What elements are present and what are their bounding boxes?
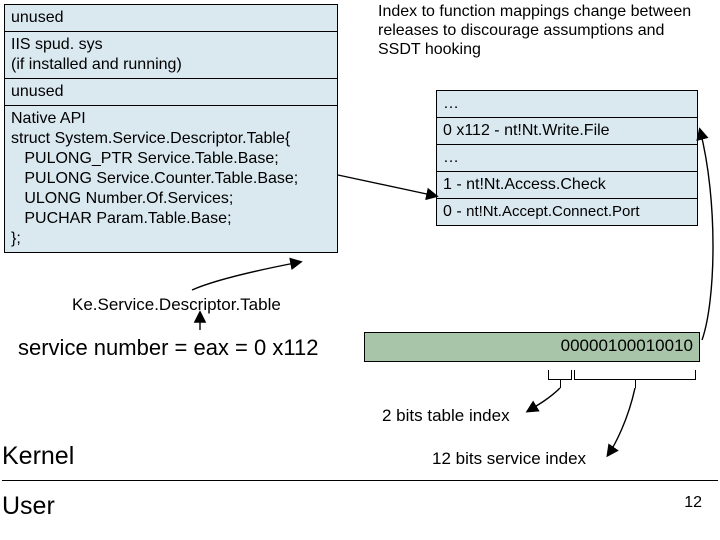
entry-ellipsis-mid: … xyxy=(436,145,698,172)
explanation-text: Index to function mappings change betwee… xyxy=(378,2,708,60)
user-label: User xyxy=(2,492,55,521)
label-2bits-table-index: 2 bits table index xyxy=(382,406,510,426)
binary-value-box: 00000100010010 xyxy=(364,332,700,362)
entry-0x112: 0 x112 - nt!Nt.Write.File xyxy=(436,118,698,145)
ssdt-slot-3: unused xyxy=(4,4,338,32)
ssdt-slot-0-native-api: Native API struct System.Service.Descrip… xyxy=(4,106,338,253)
kernel-user-divider xyxy=(2,480,718,481)
service-number-equation: service number = eax = 0 x112 xyxy=(18,335,318,361)
kernel-label: Kernel xyxy=(2,442,74,471)
service-table-entries: … 0 x112 - nt!Nt.Write.File … 1 - nt!Nt.… xyxy=(436,90,698,226)
bracket-12bits xyxy=(574,370,696,380)
entry-1: 1 - nt!Nt.Access.Check xyxy=(436,172,698,199)
entry-0-index: 0 - xyxy=(443,203,466,220)
slide-number: 12 xyxy=(684,494,702,512)
label-12bits-service-index: 12 bits service index xyxy=(432,449,586,469)
ssdt-slots-table: unused IIS spud. sys (if installed and r… xyxy=(4,4,338,253)
ssdt-slot-1: unused xyxy=(4,79,338,106)
entry-ellipsis-top: … xyxy=(436,90,698,118)
bracket-2bits xyxy=(548,370,572,380)
entry-0-func: nt!Nt.Accept.Connect.Port xyxy=(466,203,639,220)
ssdt-slot-2: IIS spud. sys (if installed and running) xyxy=(4,32,338,79)
entry-0: 0 - nt!Nt.Accept.Connect.Port xyxy=(436,199,698,226)
ke-service-descriptor-table-label: Ke.Service.Descriptor.Table xyxy=(72,295,281,315)
